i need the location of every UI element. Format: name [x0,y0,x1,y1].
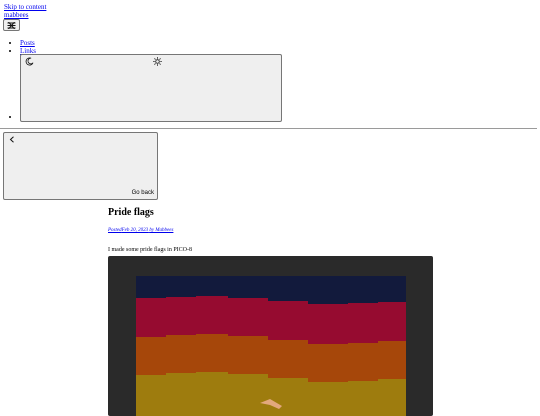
post-date: Feb 20, 2023 [121,228,149,233]
chevron-left-icon [9,136,14,143]
posted-prefix: Posted [108,228,122,233]
theme-toggle-button[interactable] [20,54,282,122]
nav-link-posts[interactable]: Posts [20,39,35,47]
post-date-link[interactable]: PostedFeb 20, 2023 by Mabbees [108,228,173,234]
go-back-label: Go back [131,190,154,197]
menu-button[interactable] [3,19,20,31]
main-nav: Posts Links [8,39,36,55]
pride-flag-animation [108,256,433,416]
post-author: by Mabbees [149,228,174,233]
header-divider [0,128,537,129]
sun-icon [153,57,162,66]
post-description: I made some pride flags in PICO-8 [108,247,192,253]
skip-to-content-link[interactable]: Skip to content [4,3,46,11]
post-title: Pride flags [108,207,154,218]
nav-item-theme [8,113,20,121]
moon-icon [25,57,34,66]
site-title-link[interactable]: mabbees [4,11,29,19]
nav-item-posts: Posts [20,39,36,47]
post-article: Pride flags PostedFeb 20, 2023 by Mabbee… [108,207,434,253]
hamburger-menu-icon [7,21,16,29]
go-back-button[interactable]: Go back [3,132,158,200]
pride-flag-image [136,276,406,416]
